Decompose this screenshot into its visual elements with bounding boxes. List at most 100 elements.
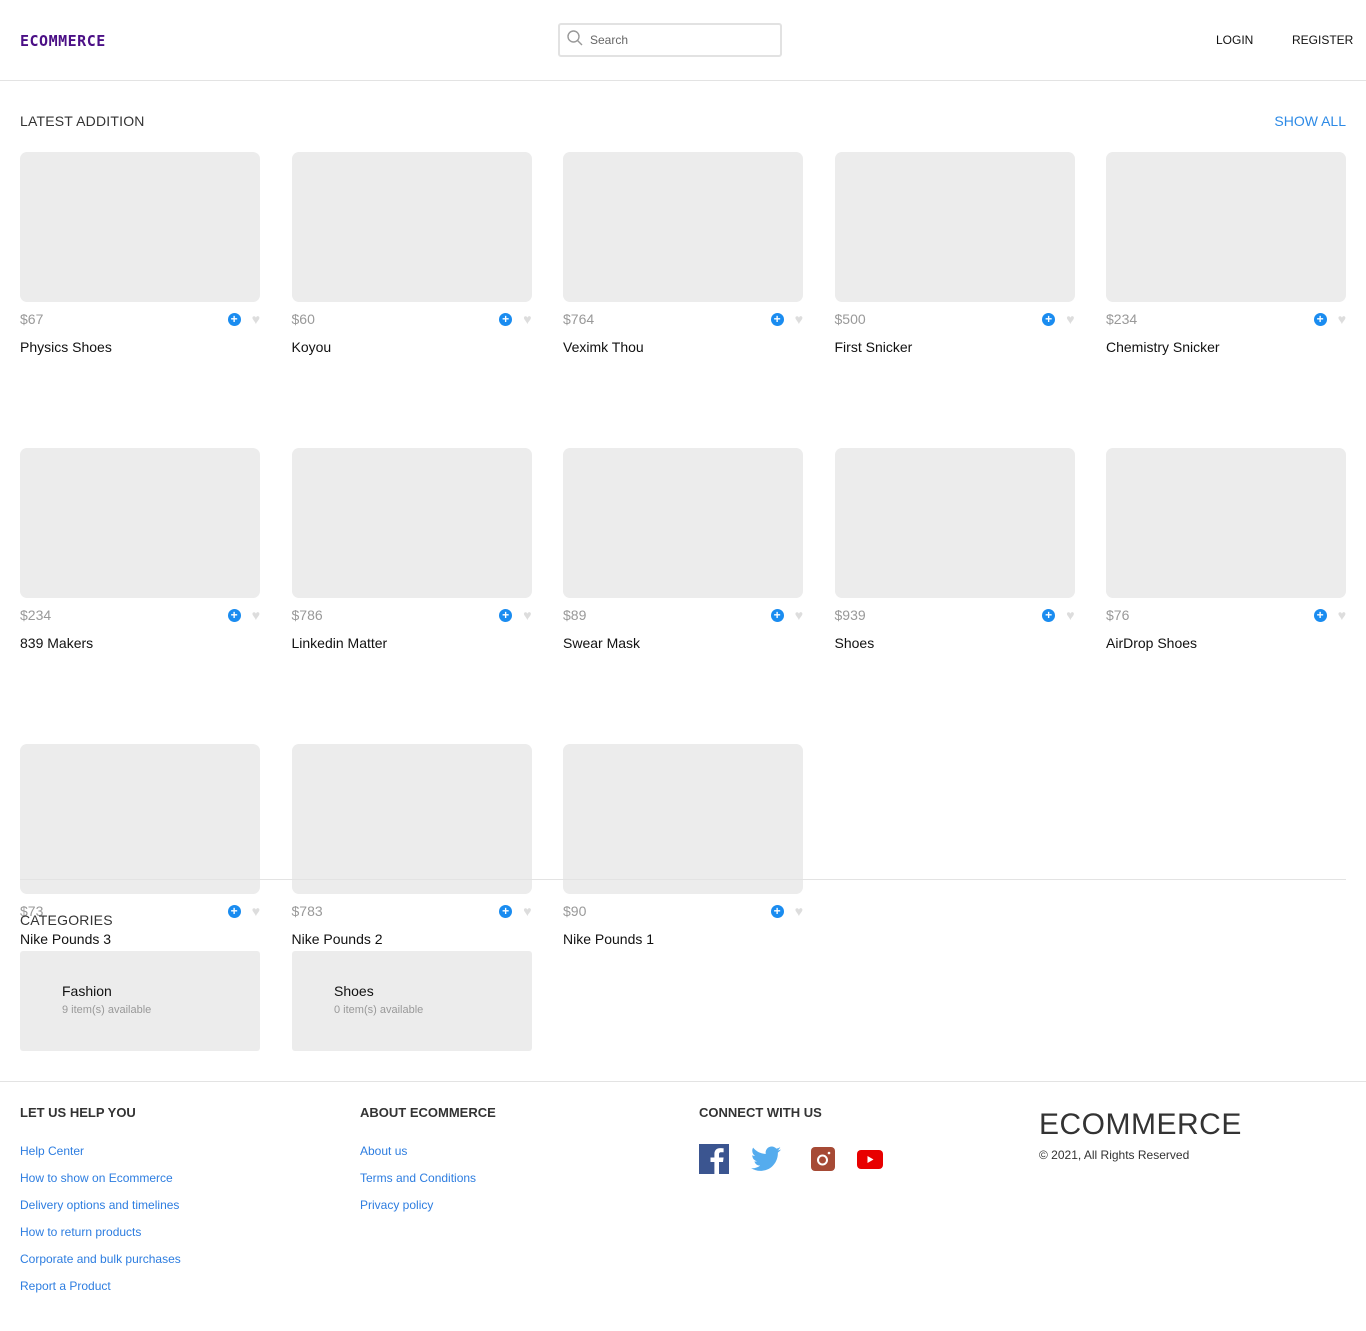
show-all-link[interactable]: SHOW ALL: [1274, 113, 1346, 129]
twitter-icon[interactable]: [751, 1146, 781, 1172]
footer-link[interactable]: Corporate and bulk purchases: [20, 1252, 181, 1266]
heart-icon[interactable]: ♥: [252, 904, 260, 918]
add-to-cart-icon[interactable]: +: [499, 904, 513, 918]
product-image[interactable]: [1106, 448, 1346, 598]
category-count: 0 item(s) available: [334, 1004, 424, 1016]
category-name: Fashion: [62, 983, 112, 999]
heart-icon[interactable]: ♥: [795, 608, 803, 622]
product-name[interactable]: Physics Shoes: [20, 339, 260, 355]
category-card[interactable]: Fashion 9 item(s) available: [20, 951, 260, 1051]
youtube-icon[interactable]: [857, 1149, 883, 1169]
product-card[interactable]: $76 + ♥ AirDrop Shoes: [1106, 448, 1346, 651]
add-to-cart-icon[interactable]: +: [227, 312, 241, 326]
product-card[interactable]: $60 + ♥ Koyou: [291, 152, 532, 355]
heart-icon[interactable]: ♥: [1338, 312, 1346, 326]
login-link[interactable]: LOGIN: [1216, 33, 1253, 47]
category-list: Fashion 9 item(s) available Shoes 0 item…: [20, 951, 532, 1051]
product-image[interactable]: [20, 152, 260, 302]
add-to-cart-icon[interactable]: +: [770, 608, 784, 622]
search-box[interactable]: [558, 23, 782, 57]
product-card[interactable]: $500 + ♥ First Snicker: [834, 152, 1075, 355]
product-image[interactable]: [563, 448, 803, 598]
heart-icon[interactable]: ♥: [795, 312, 803, 326]
product-price: $89: [563, 607, 587, 623]
footer-link[interactable]: About us: [360, 1144, 496, 1158]
add-to-cart-icon[interactable]: +: [1042, 608, 1056, 622]
product-card[interactable]: $67 + ♥ Physics Shoes: [20, 152, 260, 355]
product-card[interactable]: $90 + ♥ Nike Pounds 1: [563, 744, 803, 947]
product-price: $234: [1106, 311, 1138, 327]
search-input[interactable]: [590, 33, 770, 47]
product-card[interactable]: $89 + ♥ Swear Mask: [563, 448, 803, 651]
add-to-cart-icon[interactable]: +: [227, 608, 241, 622]
instagram-icon[interactable]: [811, 1147, 835, 1171]
product-name[interactable]: Linkedin Matter: [292, 635, 532, 651]
product-name[interactable]: Veximk Thou: [563, 339, 803, 355]
product-name[interactable]: Chemistry Snicker: [1106, 339, 1346, 355]
connect-column: CONNECT WITH US: [699, 1105, 883, 1174]
register-link[interactable]: REGISTER: [1292, 33, 1353, 47]
footer-link[interactable]: Terms and Conditions: [360, 1171, 496, 1185]
add-to-cart-icon[interactable]: +: [1313, 312, 1327, 326]
product-image[interactable]: [563, 744, 803, 894]
add-to-cart-icon[interactable]: +: [770, 904, 784, 918]
product-name[interactable]: Nike Pounds 3: [20, 931, 260, 947]
product-name[interactable]: Koyou: [292, 339, 532, 355]
divider: [20, 879, 1346, 880]
product-image[interactable]: [291, 744, 532, 894]
footer-link[interactable]: How to show on Ecommerce: [20, 1171, 181, 1185]
product-name[interactable]: Nike Pounds 2: [292, 931, 532, 947]
add-to-cart-icon[interactable]: +: [227, 904, 241, 918]
heart-icon[interactable]: ♥: [523, 312, 531, 326]
heart-icon[interactable]: ♥: [523, 608, 531, 622]
add-to-cart-icon[interactable]: +: [770, 312, 784, 326]
product-name[interactable]: Nike Pounds 1: [563, 931, 803, 947]
logo[interactable]: ECOMMERCE: [20, 32, 106, 50]
product-image[interactable]: [20, 744, 260, 894]
product-image[interactable]: [20, 448, 260, 598]
help-title: LET US HELP YOU: [20, 1105, 136, 1120]
product-grid: $67 + ♥ Physics Shoes $60 + ♥ Koyou $764 +…: [20, 152, 1346, 947]
footer-link[interactable]: How to return products: [20, 1225, 181, 1239]
footer-link[interactable]: Report a Product: [20, 1279, 181, 1293]
category-count: 9 item(s) available: [62, 1004, 152, 1016]
product-image[interactable]: [834, 152, 1075, 302]
connect-title: CONNECT WITH US: [699, 1105, 822, 1120]
product-card[interactable]: $234 + ♥ Chemistry Snicker: [1106, 152, 1346, 355]
product-image[interactable]: [291, 448, 532, 598]
product-card[interactable]: $764 + ♥ Veximk Thou: [563, 152, 803, 355]
heart-icon[interactable]: ♥: [252, 608, 260, 622]
product-card[interactable]: $939 + ♥ Shoes: [834, 448, 1075, 651]
copyright: © 2021, All Rights Reserved: [1039, 1148, 1190, 1162]
heart-icon[interactable]: ♥: [1066, 312, 1074, 326]
add-to-cart-icon[interactable]: +: [1042, 312, 1056, 326]
product-image[interactable]: [291, 152, 532, 302]
product-card[interactable]: $234 + ♥ 839 Makers: [20, 448, 260, 651]
product-name[interactable]: Shoes: [835, 635, 1075, 651]
product-card[interactable]: $786 + ♥ Linkedin Matter: [291, 448, 532, 651]
category-card[interactable]: Shoes 0 item(s) available: [292, 951, 532, 1051]
add-to-cart-icon[interactable]: +: [499, 312, 513, 326]
product-name[interactable]: AirDrop Shoes: [1106, 635, 1346, 651]
heart-icon[interactable]: ♥: [252, 312, 260, 326]
product-price: $500: [834, 311, 866, 327]
product-name[interactable]: First Snicker: [835, 339, 1075, 355]
product-name[interactable]: 839 Makers: [20, 635, 260, 651]
product-image[interactable]: [1106, 152, 1346, 302]
add-to-cart-icon[interactable]: +: [1313, 608, 1327, 622]
add-to-cart-icon[interactable]: +: [499, 608, 513, 622]
product-image[interactable]: [834, 448, 1075, 598]
product-price: $234: [20, 607, 52, 623]
heart-icon[interactable]: ♥: [795, 904, 803, 918]
facebook-icon[interactable]: [699, 1144, 729, 1174]
heart-icon[interactable]: ♥: [1066, 608, 1074, 622]
footer-link[interactable]: Help Center: [20, 1144, 181, 1158]
heart-icon[interactable]: ♥: [1338, 608, 1346, 622]
heart-icon[interactable]: ♥: [523, 904, 531, 918]
search-icon: [566, 29, 584, 52]
product-card[interactable]: $783 + ♥ Nike Pounds 2: [291, 744, 532, 947]
product-image[interactable]: [563, 152, 803, 302]
footer-link[interactable]: Delivery options and timelines: [20, 1198, 181, 1212]
product-name[interactable]: Swear Mask: [563, 635, 803, 651]
footer-link[interactable]: Privacy policy: [360, 1198, 496, 1212]
